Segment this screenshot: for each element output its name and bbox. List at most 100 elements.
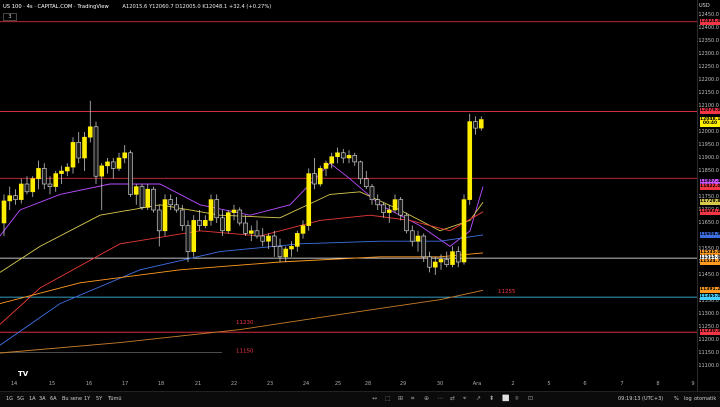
- candle[interactable]: [358, 161, 363, 180]
- candle[interactable]: [283, 248, 289, 258]
- candle[interactable]: [133, 186, 139, 195]
- candle[interactable]: [450, 251, 455, 265]
- candle[interactable]: [156, 209, 162, 232]
- candle[interactable]: [323, 162, 329, 169]
- candle[interactable]: [248, 230, 254, 234]
- candle[interactable]: [369, 186, 375, 200]
- candle[interactable]: [363, 178, 369, 187]
- candle[interactable]: [139, 186, 145, 208]
- chart-canvas[interactable]: 11255 11230 11150: [0, 0, 697, 379]
- drawing-tool-icon[interactable]: ↔: [372, 395, 377, 402]
- candle[interactable]: [76, 142, 82, 159]
- ma-blue-line[interactable]: [0, 234, 484, 346]
- drawing-tool-icon[interactable]: ⌾: [515, 395, 519, 403]
- candle[interactable]: [1, 200, 7, 224]
- candle[interactable]: [168, 199, 174, 206]
- drawing-tool-icon[interactable]: ⌗: [411, 395, 414, 403]
- candle[interactable]: [7, 195, 13, 202]
- candle[interactable]: [444, 259, 450, 265]
- candle[interactable]: [24, 183, 30, 193]
- candle[interactable]: [352, 155, 358, 163]
- candle[interactable]: [473, 121, 478, 129]
- candle[interactable]: [386, 209, 392, 213]
- candle[interactable]: [289, 246, 294, 250]
- candle[interactable]: [128, 152, 133, 195]
- candle[interactable]: [409, 230, 415, 242]
- candle[interactable]: [197, 220, 202, 226]
- drawing-tool-icon[interactable]: ⊕: [424, 395, 429, 402]
- candle[interactable]: [208, 199, 214, 221]
- price-axis[interactable]: 12450.0 12400.0 12350.0 12300.0 12250.0 12200…: [697, 0, 720, 406]
- timeframe-button[interactable]: 1G: [6, 396, 13, 402]
- price-chart[interactable]: 11255 11230 11150: [0, 0, 697, 390]
- candle[interactable]: [145, 188, 151, 208]
- candle[interactable]: [243, 222, 248, 234]
- candle[interactable]: [335, 152, 340, 158]
- candle[interactable]: [300, 225, 306, 234]
- candle[interactable]: [202, 220, 208, 226]
- currency-label[interactable]: USD: [699, 3, 710, 9]
- candle[interactable]: [116, 157, 122, 169]
- candle[interactable]: [340, 152, 346, 159]
- candle[interactable]: [294, 233, 300, 247]
- candle[interactable]: [404, 214, 409, 232]
- timeframe-button[interactable]: 6A: [50, 396, 57, 402]
- symbol-title[interactable]: US 100 · 4s · CAPITAL.COM · TradingView: [3, 4, 109, 10]
- candle[interactable]: [41, 168, 47, 185]
- candle[interactable]: [82, 136, 87, 159]
- ma-red-line[interactable]: [0, 211, 484, 325]
- timeframe-button[interactable]: 3A: [39, 396, 46, 402]
- candle[interactable]: [18, 183, 24, 200]
- scale-option[interactable]: %: [674, 396, 679, 402]
- candle[interactable]: [87, 126, 93, 138]
- candle[interactable]: [398, 199, 404, 216]
- candle[interactable]: [392, 199, 398, 211]
- candle[interactable]: [421, 235, 427, 258]
- drawing-tool-icon[interactable]: ⬚: [385, 395, 391, 402]
- candle[interactable]: [162, 199, 168, 232]
- candle[interactable]: [191, 220, 197, 252]
- candle[interactable]: [174, 204, 179, 211]
- candle[interactable]: [36, 168, 41, 180]
- candle[interactable]: [415, 235, 421, 242]
- candle[interactable]: [110, 161, 116, 169]
- drawing-tool-icon[interactable]: ⊞: [398, 395, 403, 402]
- candle[interactable]: [254, 230, 260, 237]
- candle[interactable]: [375, 199, 381, 206]
- candle[interactable]: [329, 156, 335, 164]
- candle[interactable]: [461, 199, 467, 263]
- candle[interactable]: [467, 121, 473, 200]
- candle[interactable]: [220, 217, 225, 232]
- candle[interactable]: [260, 235, 266, 242]
- timeframe-button[interactable]: 1Y: [84, 396, 90, 402]
- drawing-tool-icon[interactable]: ⌖: [463, 395, 466, 403]
- scale-option[interactable]: otomatik: [694, 396, 716, 402]
- candle[interactable]: [266, 235, 271, 242]
- drawing-tool-icon[interactable]: ⊡: [528, 395, 533, 402]
- candle[interactable]: [179, 209, 185, 226]
- candle[interactable]: [13, 195, 18, 200]
- candle[interactable]: [346, 155, 352, 159]
- time-axis[interactable]: 14 15 16 17 18 21 22 23 24 25 28 29 30 Ara 2 5 6 7 8 9: [0, 379, 697, 390]
- timeframe-button[interactable]: 5Y: [96, 396, 102, 402]
- candle[interactable]: [53, 173, 59, 187]
- drawing-tool-icon[interactable]: ⬍: [489, 395, 494, 402]
- candle[interactable]: [225, 212, 231, 232]
- candle[interactable]: [455, 251, 461, 263]
- timeframe-button[interactable]: 5G: [17, 396, 24, 402]
- candle[interactable]: [185, 225, 191, 252]
- candle[interactable]: [99, 165, 105, 177]
- candle[interactable]: [381, 204, 386, 213]
- drawing-tool-icon[interactable]: ⇄: [450, 395, 455, 402]
- candle[interactable]: [151, 188, 156, 211]
- candle[interactable]: [478, 119, 484, 129]
- candle[interactable]: [214, 199, 220, 219]
- candle[interactable]: [105, 161, 110, 167]
- candle[interactable]: [30, 178, 36, 193]
- candle[interactable]: [122, 152, 128, 159]
- candle[interactable]: [64, 166, 70, 172]
- drawing-tool-icon[interactable]: ⬜: [502, 395, 509, 402]
- candle[interactable]: [47, 183, 53, 187]
- timeframe-button[interactable]: Tümü: [108, 396, 122, 402]
- candle[interactable]: [277, 246, 283, 258]
